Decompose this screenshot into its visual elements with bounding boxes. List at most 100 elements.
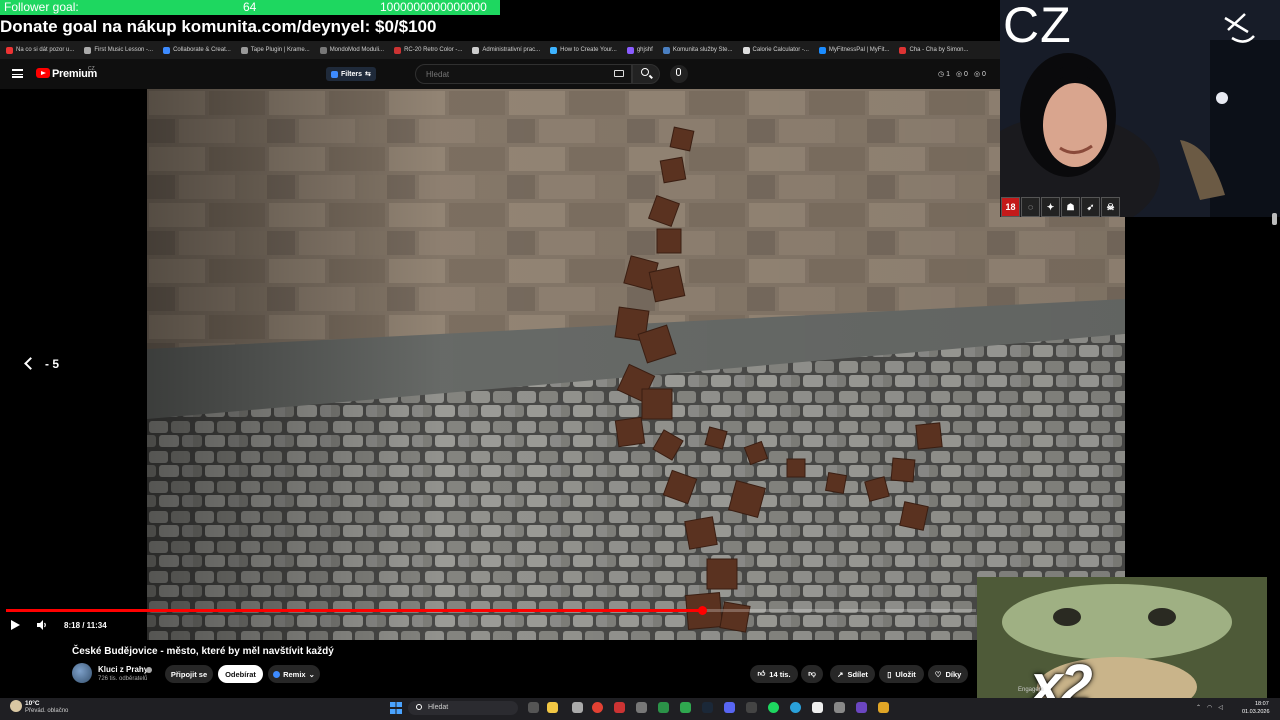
weather-description[interactable]: Převád. oblačno bbox=[25, 708, 68, 714]
bookmark-favicon-icon bbox=[742, 46, 750, 54]
skull-icon: ☠ bbox=[1101, 197, 1120, 217]
discord-icon[interactable] bbox=[724, 702, 735, 713]
bookmark-item[interactable]: Tape Plugin | Krame... bbox=[240, 46, 310, 54]
sliders-icon: ⇆ bbox=[365, 71, 371, 78]
stat-item: ◷ 1 bbox=[938, 71, 950, 78]
system-tray[interactable]: ⌃ ◠ ◁ bbox=[1196, 704, 1223, 711]
bookmark-label: Cha - Cha by Simon... bbox=[909, 47, 969, 53]
taskbar-search[interactable] bbox=[408, 701, 518, 715]
clock-time[interactable]: 18:07 bbox=[1255, 701, 1269, 707]
youtube-logo-icon[interactable] bbox=[36, 68, 50, 78]
bookmark-label: Administrativní prac... bbox=[482, 47, 541, 53]
channel-name[interactable]: Kluci z Prahy bbox=[98, 665, 148, 674]
bookmark-favicon-icon bbox=[319, 46, 327, 54]
wifi-icon[interactable]: ◠ bbox=[1207, 704, 1212, 711]
thumbs-down-icon: 👎︎ bbox=[808, 669, 816, 678]
thanks-button[interactable]: ♡ Díky bbox=[928, 665, 968, 683]
steam-icon[interactable] bbox=[702, 702, 713, 713]
remix-icon bbox=[273, 670, 281, 678]
progress-scrubber[interactable] bbox=[697, 606, 707, 615]
video-frame[interactable] bbox=[147, 89, 1125, 640]
bookmark-item[interactable]: How to Create Your... bbox=[550, 46, 617, 54]
app-icon[interactable] bbox=[878, 702, 889, 713]
join-button[interactable]: Připojit se bbox=[165, 665, 213, 683]
search-input[interactable] bbox=[424, 69, 608, 80]
progress-fill bbox=[6, 609, 703, 612]
share-button[interactable]: ↗ Sdílet bbox=[830, 665, 875, 683]
telegram-icon[interactable] bbox=[790, 702, 801, 713]
bookmark-item[interactable]: MyFitnessPal | MyFit... bbox=[818, 46, 889, 54]
age-18-badge: 18 bbox=[1001, 197, 1020, 217]
wizard-icon: ✦ bbox=[1041, 197, 1060, 217]
chevron-up-icon[interactable]: ⌃ bbox=[1196, 704, 1201, 711]
bookmark-label: First Music Lesson -... bbox=[94, 47, 154, 53]
follower-goal-bar: Follower goal: 64 1000000000000000 bbox=[0, 0, 500, 15]
app-icon[interactable] bbox=[636, 702, 647, 713]
player-margin bbox=[0, 89, 147, 640]
scrollbar-thumb[interactable] bbox=[1272, 213, 1277, 225]
filters-button[interactable]: Filters ⇆ bbox=[326, 67, 376, 81]
region-label: CZ bbox=[88, 66, 95, 72]
bookmark-item[interactable]: Komunita služby Ste... bbox=[662, 46, 733, 54]
heart-dollar-icon: ♡ bbox=[934, 669, 942, 679]
app-icon[interactable] bbox=[834, 702, 845, 713]
weather-temperature[interactable]: 10°C bbox=[25, 700, 40, 707]
search-box[interactable] bbox=[415, 64, 632, 84]
thanks-label: Díky bbox=[945, 669, 962, 679]
menu-icon[interactable] bbox=[12, 69, 23, 78]
bookmark-favicon-icon bbox=[472, 46, 480, 54]
bookmark-item[interactable]: First Music Lesson -... bbox=[84, 46, 154, 54]
app-icon[interactable] bbox=[614, 702, 625, 713]
keyboard-icon[interactable] bbox=[614, 70, 624, 77]
taskbar-search-label[interactable]: Hledat bbox=[428, 704, 448, 711]
play-icon[interactable] bbox=[11, 620, 20, 630]
remix-button[interactable]: Remix ⌄ bbox=[268, 665, 320, 683]
speaker-icon[interactable]: ◁ bbox=[1218, 704, 1223, 711]
bookmark-item[interactable]: Administrativní prac... bbox=[472, 46, 541, 54]
save-label: Uložit bbox=[895, 669, 916, 679]
chat-badges: 18 ◌ ✦ ☗ ➹ ☠ bbox=[1001, 197, 1120, 217]
bookmark-item[interactable]: MondoMod Moduli... bbox=[319, 46, 384, 54]
clock-date[interactable]: 01.03.2026 bbox=[1242, 709, 1270, 715]
follower-target: 1000000000000000 bbox=[380, 0, 487, 14]
subscribe-button[interactable]: Odebírat bbox=[218, 665, 263, 683]
app-icon[interactable] bbox=[746, 702, 757, 713]
file-explorer-icon[interactable] bbox=[547, 702, 558, 713]
skip-back-label[interactable]: - 5 bbox=[45, 357, 59, 371]
spotify-icon[interactable] bbox=[768, 702, 779, 713]
volume-icon[interactable] bbox=[36, 619, 48, 631]
app-icon[interactable] bbox=[658, 702, 669, 713]
like-count: 14 tis. bbox=[769, 669, 791, 679]
app-icon[interactable] bbox=[572, 702, 583, 713]
dislike-button[interactable]: 👎︎ bbox=[801, 665, 823, 683]
stat-item: ◎ 0 bbox=[973, 71, 986, 78]
app-icon[interactable] bbox=[812, 702, 823, 713]
weather-icon[interactable] bbox=[10, 700, 22, 712]
bookmark-item[interactable]: Collaborate & Creat... bbox=[163, 46, 231, 54]
bookmark-label: ghjshf bbox=[636, 47, 653, 53]
app-icon[interactable] bbox=[856, 702, 867, 713]
chevron-down-icon: ⌄ bbox=[308, 669, 315, 679]
filters-icon bbox=[331, 70, 338, 78]
figures-icon: ☗ bbox=[1061, 197, 1080, 217]
save-button[interactable]: ▯ Uložit bbox=[879, 665, 924, 683]
xbox-icon[interactable] bbox=[680, 702, 691, 713]
channel-avatar[interactable] bbox=[72, 663, 92, 683]
task-view-icon[interactable] bbox=[528, 702, 539, 713]
filters-label: Filters bbox=[341, 70, 363, 78]
video-title: České Budějovice - město, které by měl n… bbox=[72, 646, 334, 657]
bookmark-label: Calorie Calculator -... bbox=[752, 47, 809, 53]
windows-start-icon[interactable] bbox=[390, 702, 402, 714]
bookmark-label: Komunita služby Ste... bbox=[672, 47, 733, 53]
bookmark-label: RC-20 Retro Color -... bbox=[404, 47, 463, 53]
bookmark-item[interactable]: ghjshf bbox=[626, 46, 653, 54]
bookmark-item[interactable]: Calorie Calculator -... bbox=[742, 46, 809, 54]
chrome-icon[interactable] bbox=[592, 702, 603, 713]
bookmark-item[interactable]: RC-20 Retro Color -... bbox=[394, 46, 463, 54]
bookmark-item[interactable]: Na co si dát pozor u... bbox=[6, 46, 74, 54]
remix-label: Remix bbox=[283, 669, 306, 679]
stat-item: ◎ 0 bbox=[955, 71, 968, 78]
speech-bubble-icon: ◌ bbox=[1021, 197, 1040, 217]
like-button[interactable]: 👍︎ 14 tis. bbox=[750, 665, 798, 683]
bookmark-item[interactable]: Cha - Cha by Simon... bbox=[899, 46, 969, 54]
